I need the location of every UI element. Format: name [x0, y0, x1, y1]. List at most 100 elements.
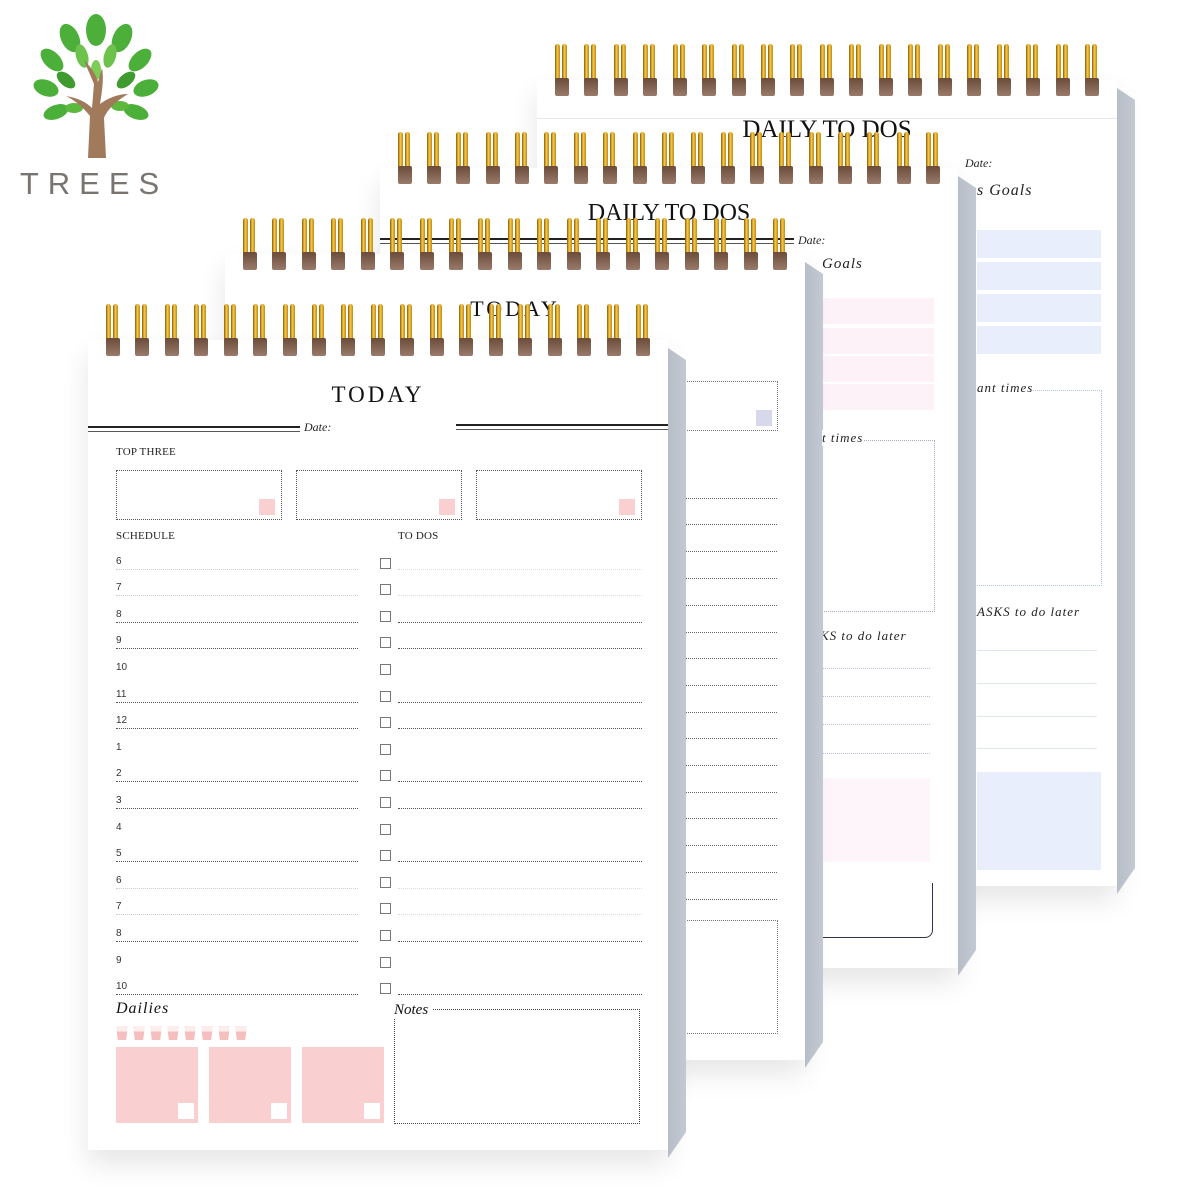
checkbox[interactable] [380, 690, 391, 702]
water-cup-icon[interactable] [167, 1026, 179, 1040]
top-three-box[interactable] [476, 470, 642, 520]
checkbox[interactable] [380, 584, 391, 596]
important-times-box[interactable] [820, 440, 935, 612]
checkbox[interactable] [380, 557, 391, 569]
top-three-box[interactable] [677, 381, 778, 431]
goal-field[interactable] [977, 230, 1101, 258]
daily-habit-box[interactable] [302, 1047, 384, 1123]
todo-row[interactable] [380, 649, 642, 676]
checkbox[interactable] [380, 876, 391, 888]
task-line[interactable] [820, 724, 930, 725]
water-cup-icon[interactable] [201, 1026, 213, 1040]
checkbox[interactable] [380, 743, 391, 755]
checkbox[interactable] [380, 770, 391, 782]
schedule-row[interactable]: 9 [116, 623, 358, 650]
checkbox[interactable] [380, 717, 391, 729]
checkbox[interactable] [259, 499, 275, 515]
todo-row[interactable] [380, 862, 642, 889]
checkbox[interactable] [380, 823, 391, 835]
todo-row[interactable] [380, 570, 642, 597]
todo-row[interactable] [380, 596, 642, 623]
task-line[interactable] [977, 716, 1097, 717]
top-three-box[interactable] [296, 470, 462, 520]
todo-row[interactable] [380, 969, 642, 996]
spiral-ring [271, 218, 287, 276]
schedule-row[interactable]: 6 [116, 543, 358, 570]
todo-row[interactable] [380, 782, 642, 809]
goal-field[interactable] [977, 326, 1101, 354]
notes-box[interactable] [683, 920, 778, 1034]
todo-row[interactable] [380, 623, 642, 650]
todo-row[interactable] [380, 889, 642, 916]
notes-area[interactable] [977, 772, 1101, 870]
goal-field[interactable] [820, 356, 934, 382]
water-cup-icon[interactable] [218, 1026, 230, 1040]
goal-field[interactable] [977, 262, 1101, 290]
schedule-row[interactable]: 9 [116, 942, 358, 969]
schedule-row[interactable]: 11 [116, 676, 358, 703]
schedule-row[interactable]: 8 [116, 915, 358, 942]
goal-field[interactable] [820, 384, 934, 410]
water-cup-icon[interactable] [133, 1026, 145, 1040]
task-line[interactable] [977, 683, 1097, 684]
schedule-row[interactable]: 8 [116, 596, 358, 623]
top-three-box[interactable] [116, 470, 282, 520]
daily-habit-box[interactable] [209, 1047, 291, 1123]
schedule-row[interactable]: 3 [116, 782, 358, 809]
schedule-row[interactable]: 12 [116, 703, 358, 730]
schedule-row[interactable]: 6 [116, 862, 358, 889]
schedule-row[interactable]: 2 [116, 756, 358, 783]
todo-row[interactable] [380, 676, 642, 703]
water-cup-icon[interactable] [235, 1026, 247, 1040]
checkbox[interactable] [380, 903, 391, 915]
todo-row[interactable] [380, 809, 642, 836]
todo-row[interactable] [380, 836, 642, 863]
water-cup-icon[interactable] [116, 1026, 128, 1040]
schedule-row[interactable]: 5 [116, 836, 358, 863]
task-line[interactable] [977, 650, 1097, 651]
checkbox[interactable] [380, 850, 391, 862]
todo-row[interactable] [380, 729, 642, 756]
checkbox[interactable] [364, 1103, 380, 1119]
daily-habit-box[interactable] [116, 1047, 198, 1123]
checkbox[interactable] [271, 1103, 287, 1119]
checkbox[interactable] [756, 410, 772, 426]
todo-row[interactable] [380, 756, 642, 783]
hour-label: 2 [116, 768, 122, 780]
task-line[interactable] [820, 753, 930, 754]
schedule-row[interactable]: 1 [116, 729, 358, 756]
task-line[interactable] [820, 696, 930, 697]
goal-field[interactable] [977, 294, 1101, 322]
checkbox[interactable] [380, 929, 391, 941]
schedule-row[interactable]: 10 [116, 969, 358, 996]
task-line[interactable] [820, 668, 930, 669]
notes-area[interactable] [820, 778, 930, 862]
todo-row[interactable] [380, 915, 642, 942]
checkbox[interactable] [439, 499, 455, 515]
notes-box[interactable] [394, 1009, 640, 1124]
water-cup-icon[interactable] [184, 1026, 196, 1040]
checkbox[interactable] [380, 610, 391, 622]
todo-row[interactable] [380, 703, 642, 730]
water-cup-icon[interactable] [150, 1026, 162, 1040]
important-times-box[interactable] [977, 390, 1102, 586]
checkbox[interactable] [380, 663, 391, 675]
hour-label: 7 [116, 582, 122, 594]
checkbox[interactable] [178, 1103, 194, 1119]
goal-field[interactable] [820, 328, 934, 354]
goal-field[interactable] [820, 298, 934, 324]
todo-row[interactable] [380, 543, 642, 570]
checkbox[interactable] [380, 796, 391, 808]
checkbox[interactable] [380, 637, 391, 649]
brand-logo: TREES [14, 8, 174, 201]
checkbox[interactable] [619, 499, 635, 515]
checkbox[interactable] [380, 983, 391, 995]
schedule-row[interactable]: 4 [116, 809, 358, 836]
reflection-box[interactable] [820, 883, 933, 938]
checkbox[interactable] [380, 956, 391, 968]
schedule-row[interactable]: 10 [116, 649, 358, 676]
task-line[interactable] [977, 748, 1097, 749]
schedule-row[interactable]: 7 [116, 570, 358, 597]
schedule-row[interactable]: 7 [116, 889, 358, 916]
todo-row[interactable] [380, 942, 642, 969]
